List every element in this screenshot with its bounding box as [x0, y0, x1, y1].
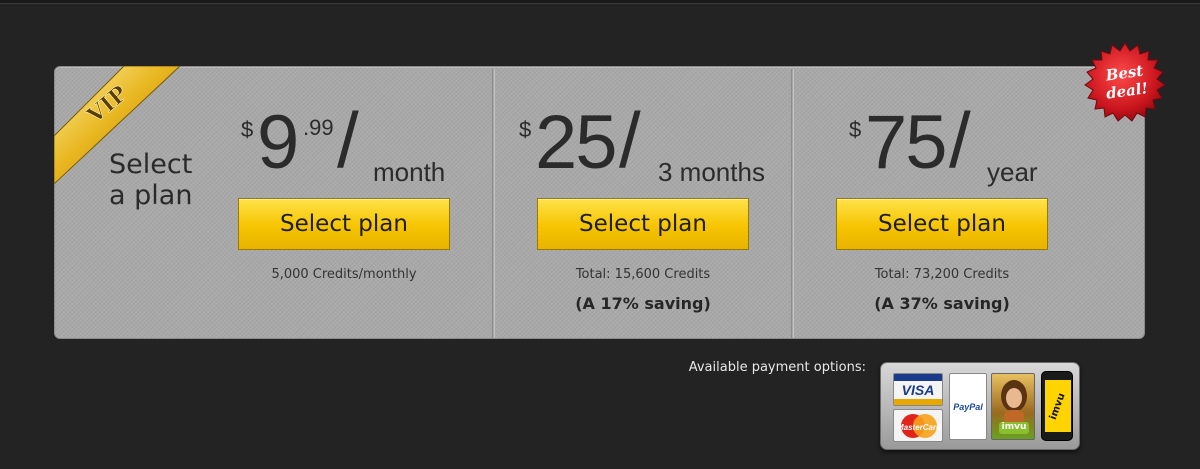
select-plan-yearly-button[interactable]: Select plan [836, 198, 1048, 250]
imvu-mobile-icon[interactable]: imvu [1041, 371, 1073, 441]
plan-monthly-credits: 5,000 Credits/monthly [271, 267, 417, 282]
mastercard-circles-icon: MasterCard [897, 414, 942, 438]
plan-quarterly-total: Total: 15,600 Credits [575, 267, 711, 282]
plan-quarterly-saving: (A 17% saving) [575, 294, 711, 313]
imvu-mobile-label: imvu [1048, 391, 1068, 421]
currency-symbol: $ [241, 117, 254, 142]
price-period: year [987, 157, 1038, 187]
price-slash: / [949, 96, 971, 184]
vip-ribbon: VIP [54, 66, 184, 186]
imvu-card-label: imvu [1001, 422, 1027, 432]
currency-symbol: $ [519, 117, 532, 142]
mastercard-label: MasterCard [897, 423, 942, 432]
payment-options-box: VISA MasterCard PayPal imvu imvu [880, 362, 1080, 450]
price-period: month [373, 157, 446, 187]
price-slash: / [619, 96, 641, 184]
price-slash: / [337, 96, 359, 184]
plan-divider [492, 69, 495, 338]
plan-yearly-saving: (A 37% saving) [874, 294, 1010, 313]
mastercard-icon[interactable]: MasterCard [893, 409, 943, 442]
vip-ribbon-icon: VIP [54, 66, 181, 185]
price-amount: 75 [865, 100, 948, 185]
plan-divider [791, 69, 794, 338]
plan-yearly-total: Total: 73,200 Credits [874, 267, 1010, 282]
pricing-panel: Select a plan $ 9 .99 / month Select pla… [54, 66, 1145, 339]
currency-symbol: $ [849, 117, 862, 142]
paypal-icon[interactable]: PayPal [949, 373, 987, 440]
price-amount: 25 [535, 100, 618, 185]
top-frame-line [0, 0, 1200, 4]
price-period: 3 months [658, 157, 765, 187]
price-cents: .99 [303, 115, 334, 140]
paypal-label: PayPal [953, 401, 983, 412]
select-plan-monthly-button[interactable]: Select plan [238, 198, 450, 250]
payment-options-label: Available payment options: [688, 360, 866, 375]
visa-card-icon[interactable]: VISA [893, 373, 943, 406]
price-amount: 9 [257, 100, 299, 185]
starburst-badge-icon: Best deal! [1084, 42, 1166, 122]
best-deal-badge: Best deal! [1084, 42, 1166, 124]
visa-label: VISA [901, 382, 935, 398]
imvu-card-icon[interactable]: imvu [991, 373, 1035, 440]
select-plan-quarterly-button[interactable]: Select plan [537, 198, 749, 250]
